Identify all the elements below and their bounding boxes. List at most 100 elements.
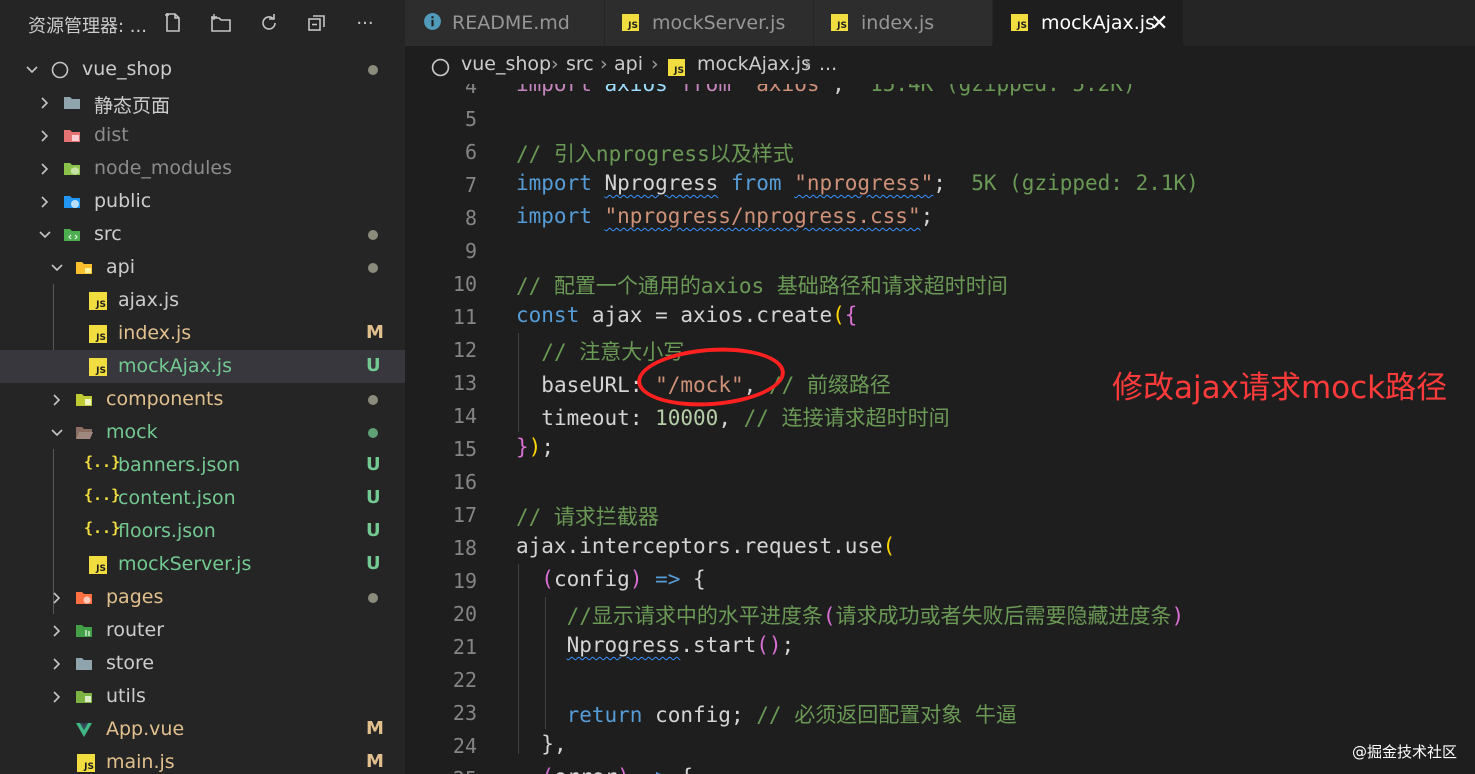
tree-file[interactable]: JS index.js M [0,317,405,350]
modified-dot [368,65,378,75]
tree-label: components [106,388,224,410]
code-line-14: timeout: 10000, // 连接请求超时时间 [516,402,949,432]
code-token: { [693,567,706,591]
tree-label: src [94,223,122,245]
close-icon[interactable]: ✕ [1150,11,1168,36]
tree-folder[interactable]: 静态页面 [0,86,405,119]
code-token: from [680,84,731,96]
tree-label: router [106,619,165,641]
refresh-icon[interactable] [256,9,282,37]
tree-file-selected[interactable]: JS mockAjax.js U [0,350,405,383]
line-number: 12 [452,338,477,362]
code-line-4: import axios from "axios"; 15.4K (gzippe… [516,84,1136,96]
js-icon: JS [831,14,848,31]
tree-folder[interactable]: src [0,218,405,251]
breadcrumb-item[interactable]: src [566,53,594,75]
info-icon [424,13,441,30]
tree-root-vue-shop[interactable]: vue_shop [0,53,405,86]
breadcrumb-item[interactable]: vue_shop [461,53,551,75]
code-token: ( [882,534,896,558]
folder-components-icon [76,394,92,406]
code-token: ) [528,435,542,459]
tree-folder[interactable]: node_modules [0,152,405,185]
breadcrumb-item[interactable]: mockAjax.js [697,53,811,75]
code-token: baseURL [541,373,630,397]
tree-file[interactable]: JS ajax.js [0,284,405,317]
js-icon: JS [77,754,95,772]
git-status-badge: M [366,718,384,739]
code-comment: // 请求拦截器 [516,505,659,529]
code-editor[interactable]: 4 5 6 7 8 9 10 11 12 13 14 15 16 17 18 1… [405,84,1475,774]
code-token: error [554,765,617,774]
breadcrumb-item[interactable]: api [614,53,643,75]
code-line-24: }, [516,732,566,756]
code-token: 10000 [655,406,719,430]
tab-bar: README.md JS mockServer.js JS index.js J… [405,0,1475,46]
code-line-21: Nprogress.start(); [516,633,795,657]
breadcrumb-separator: › [804,53,812,75]
code-line-23: return config; // 必须返回配置对象 牛逼 [516,699,1017,729]
line-number: 18 [452,536,477,560]
code-token: const [516,303,580,327]
git-status-badge: M [366,322,384,343]
tree-file[interactable]: JS main.js M [0,746,405,774]
tree-folder[interactable]: store [0,647,405,680]
line-number: 7 [464,173,477,197]
tree-file[interactable]: {..} banners.json U [0,449,405,482]
tree-folder[interactable]: router [0,614,405,647]
code-comment: // 必须返回配置对象 牛逼 [756,703,1017,727]
tree-folder[interactable]: public [0,185,405,218]
tree-label: store [106,652,155,674]
code-token: () [756,633,782,657]
tree-folder[interactable]: api [0,251,405,284]
tab-index[interactable]: JS index.js [814,0,992,46]
code-token: use [844,534,883,558]
tree-label: pages [106,586,164,608]
tab-mockserver[interactable]: JS mockServer.js [605,0,813,46]
code-token: .interceptors.request. [566,534,845,558]
tree-folder[interactable]: mock [0,416,405,449]
git-status-badge: U [366,487,381,508]
tree-file[interactable]: {..} content.json U [0,482,405,515]
code-token: ( [541,567,554,591]
line-number: 8 [464,206,477,230]
more-icon[interactable]: ··· [352,9,378,37]
chevron-down-icon [26,66,38,74]
tree-folder[interactable]: pages [0,581,405,614]
new-folder-icon[interactable] [208,9,234,37]
code-line-7: import Nprogress from "nprogress"; 5K (g… [516,171,1199,195]
tree-folder[interactable]: dist [0,119,405,152]
chevron-right-icon [53,592,61,604]
new-file-icon[interactable] [160,9,186,37]
breadcrumb-separator: › [600,53,608,75]
breadcrumb-item[interactable]: ... [819,53,837,75]
code-token: ; [920,204,934,228]
js-icon: JS [89,556,107,574]
code-token: return [566,703,643,727]
tree-folder[interactable]: components [0,383,405,416]
tree-folder[interactable]: utils [0,680,405,713]
code-token: ( [822,604,836,628]
circle-icon [51,61,69,79]
modified-dot [368,263,378,273]
tree-file[interactable]: {..} floors.json U [0,515,405,548]
tab-mockajax[interactable]: JS mockAjax.js ✕ [993,0,1183,46]
code-line-17: // 请求拦截器 [516,501,659,531]
tree-file[interactable]: JS mockServer.js U [0,548,405,581]
line-number: 10 [452,272,477,296]
breadcrumb-separator: › [551,53,559,75]
code-token: ( [541,765,554,774]
code-token: => [630,765,681,774]
code-line-20: //显示请求中的水平进度条(请求成功或者失败后需要隐藏进度条) [516,600,1185,630]
code-comment: // 引入nprogress以及样式 [516,142,794,166]
tab-readme[interactable]: README.md [405,0,604,46]
tree-file[interactable]: App.vue M [0,713,405,746]
folder-pages-icon [76,592,92,604]
circle-icon [431,58,450,77]
annotation-text: 修改ajax请求mock路径 [1112,370,1448,406]
code-token: from [730,171,782,195]
collapse-all-icon[interactable] [304,9,330,37]
watermark: @掘金技术社区 [1352,743,1458,761]
line-number: 11 [452,305,477,329]
code-token: . [743,303,757,327]
